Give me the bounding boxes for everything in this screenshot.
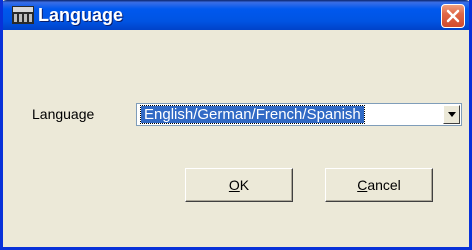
ok-label-rest: K xyxy=(239,177,250,193)
ok-button[interactable]: OK xyxy=(185,168,293,202)
chevron-down-icon xyxy=(448,112,456,117)
dropdown-arrow-button[interactable] xyxy=(443,105,460,124)
cancel-button[interactable]: Cancel xyxy=(325,168,433,202)
dialog-title: Language xyxy=(38,5,124,25)
ok-mnemonic: O xyxy=(228,177,240,193)
close-icon xyxy=(446,9,460,23)
language-label: Language xyxy=(32,106,95,122)
language-selected-value: English/German/French/Spanish xyxy=(140,105,365,124)
cancel-mnemonic: C xyxy=(357,177,368,193)
language-dropdown[interactable]: English/German/French/Spanish xyxy=(136,103,462,126)
cancel-label-rest: ancel xyxy=(367,177,401,193)
language-dialog: Language Language English/German/French/… xyxy=(0,0,472,250)
close-button[interactable] xyxy=(441,4,465,28)
dme-app-icon xyxy=(12,6,34,24)
title-bar[interactable]: Language xyxy=(3,0,469,30)
